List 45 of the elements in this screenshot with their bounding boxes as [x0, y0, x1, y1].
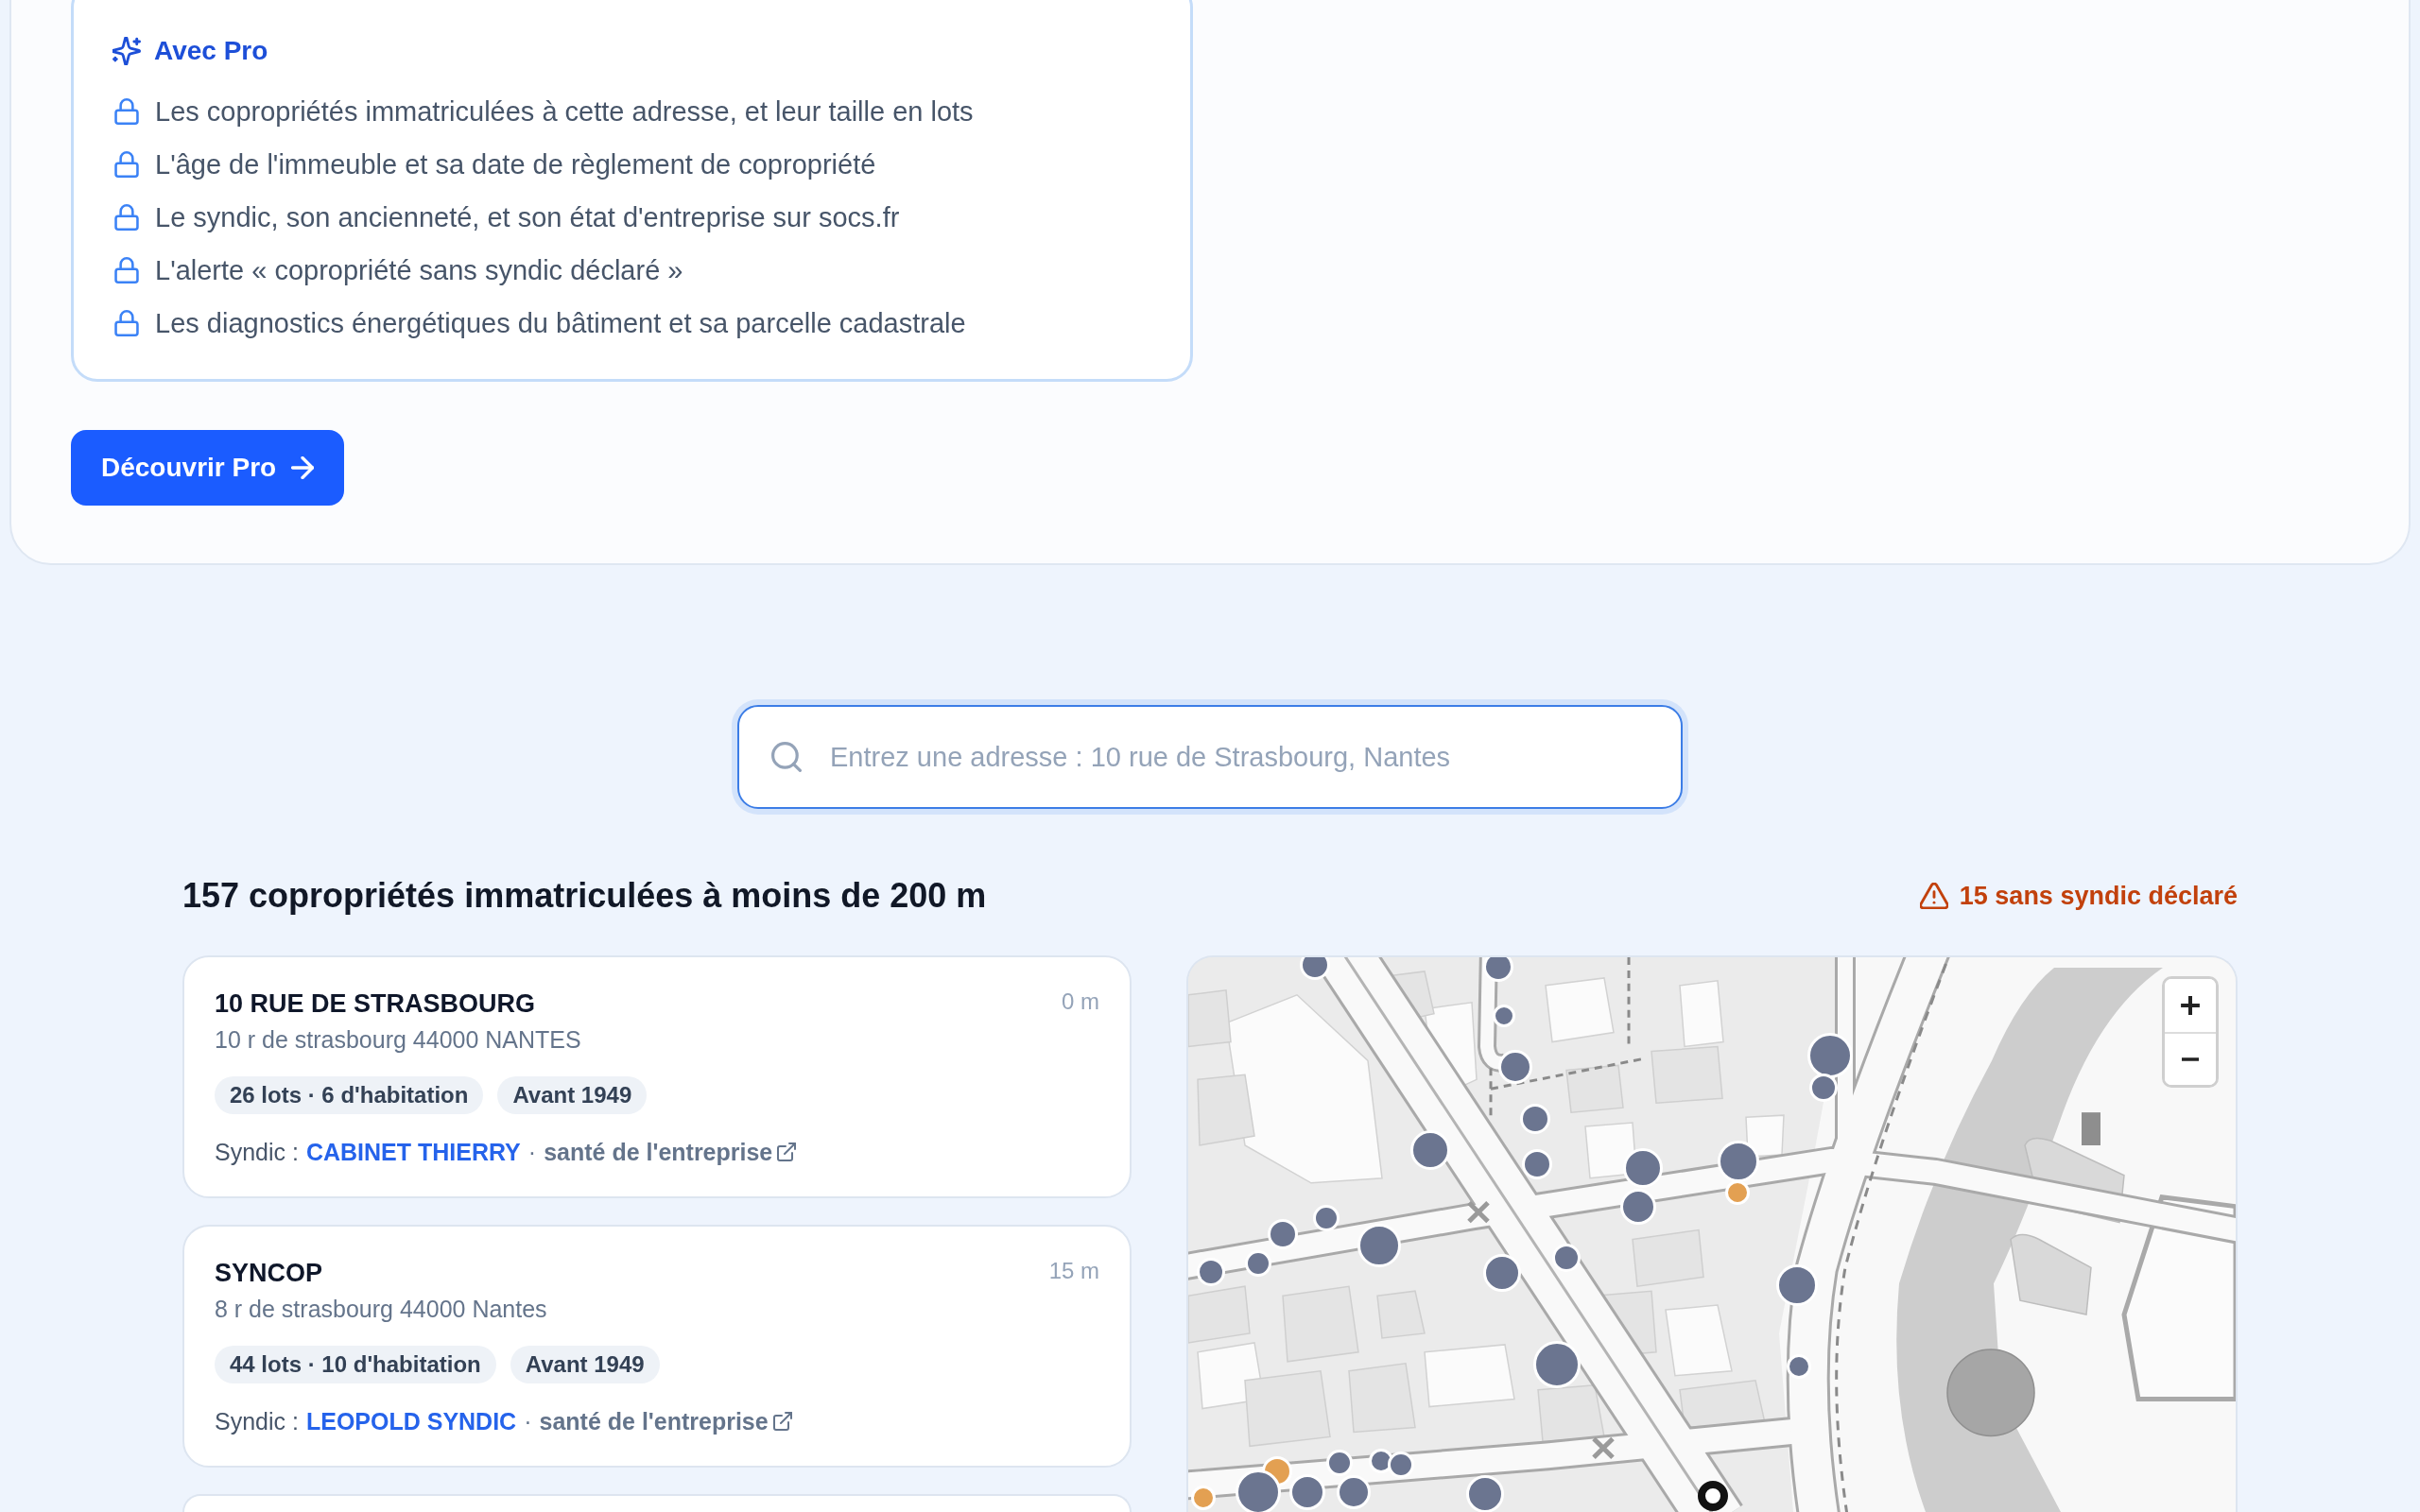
feature-text: L'âge de l'immeuble et sa date de règlement de copropriété — [155, 148, 876, 180]
listing-address: 10 r de strasbourg 44000 NANTES — [215, 1025, 581, 1055]
distance-text: 15 m — [1048, 1257, 1099, 1285]
feature-text: L'alerte « copropriété sans syndic déclaré » — [155, 254, 683, 286]
listing-name: SYNCOP — [215, 1258, 324, 1289]
pro-title: Avec Pro — [154, 36, 268, 66]
lock-icon — [114, 151, 139, 178]
alert-text: 15 sans syndic déclaré — [1959, 881, 2238, 911]
syndic-link[interactable]: LEOPOLD SYNDIC — [305, 1406, 517, 1436]
lock-icon — [114, 257, 139, 284]
syndic-label: Syndic : — [215, 1138, 299, 1167]
syndic-label: Syndic : — [215, 1407, 299, 1436]
listing-card[interactable]: 10 RUE DE STRASBOURG 10 r de strasbourg 44000 NANTES 0 m 26 lots · 6 d'habitation Avant 1949 Syndic : CABINET THIERRY · santé de l'entreprise — [182, 955, 1132, 1198]
listing-name: 10 RUE DE STRASBOURG — [215, 988, 537, 1020]
distance-text: 0 m — [1062, 988, 1099, 1016]
separator-text: · — [524, 1407, 532, 1436]
discover-pro-button[interactable]: Découvrir Pro — [71, 430, 345, 506]
lock-icon — [114, 98, 139, 125]
listing-card[interactable]: SYNCOP 8 r de strasbourg 44000 Nantes 15 m 44 lots · 10 d'habitation Avant 1949 Syndic : LEOPOLD SYNDIC · santé de l'entreprise — [182, 1225, 1132, 1468]
company-health-link[interactable]: santé de l'entreprise — [539, 1406, 792, 1436]
tag: Avant 1949 — [510, 1346, 660, 1383]
feature-text: Les diagnostics énergétiques du bâtiment et sa parcelle cadastrale — [155, 307, 966, 339]
tag: Avant 1949 — [497, 1076, 648, 1114]
sparkle-icon — [112, 37, 141, 65]
listing-address: 8 r de strasbourg 44000 Nantes — [215, 1295, 547, 1324]
lock-icon — [114, 310, 139, 336]
feature-text: Les copropriétés immatriculées à cette adresse, et leur taille en lots — [155, 95, 974, 128]
results-heading: 157 copropriétés immatriculées à moins de 200 m — [182, 875, 987, 917]
feature-text: Le syndic, son ancienneté, et son état d'entreprise sur socs.fr — [155, 201, 900, 233]
external-link-icon — [777, 1143, 797, 1161]
warning-icon — [1919, 883, 1948, 909]
external-link-icon — [772, 1412, 792, 1431]
zoom-out-button[interactable] — [2165, 1032, 2216, 1085]
minus-icon — [2180, 1057, 2201, 1061]
tag: 44 lots · 10 d'habitation — [215, 1346, 496, 1383]
separator-text: · — [527, 1138, 537, 1167]
search-field[interactable]: Entrez une adresse : 10 rue de Strasbourg, Nantes — [737, 705, 1683, 809]
search-icon — [771, 742, 802, 772]
syndic-link[interactable]: CABINET THIERRY — [305, 1137, 521, 1167]
lock-icon — [114, 204, 139, 231]
company-health-link[interactable]: santé de l'entreprise — [544, 1137, 797, 1167]
tag: 26 lots · 6 d'habitation — [215, 1076, 484, 1114]
arrow-right-icon — [291, 456, 315, 479]
map-marker-icon[interactable] — [1300, 957, 1330, 980]
plus-icon — [2180, 995, 2201, 1016]
